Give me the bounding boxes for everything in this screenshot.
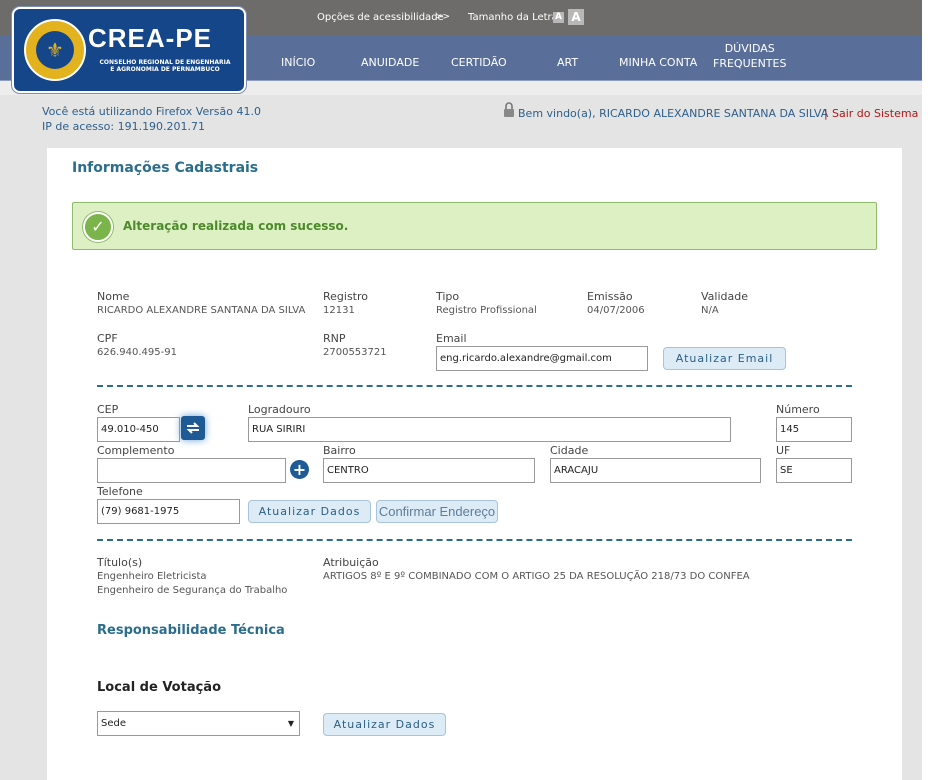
bairro-field[interactable]: CENTRO bbox=[323, 458, 535, 483]
telefone-field[interactable]: (79) 9681-1975 bbox=[97, 499, 240, 524]
nav-duvidas-frequentes[interactable]: DÚVIDAS FREQUENTES bbox=[713, 41, 786, 71]
votacao-title: Local de Votação bbox=[97, 680, 222, 695]
logradouro-field[interactable]: RUA SIRIRI bbox=[248, 417, 731, 442]
lock-icon bbox=[504, 102, 514, 117]
nav-anuidade[interactable]: ANUIDADE bbox=[361, 56, 419, 69]
font-size-label: Tamanho da Letra bbox=[468, 12, 558, 23]
uf-field[interactable]: SE bbox=[776, 458, 852, 483]
checkmark-icon: ✓ bbox=[83, 212, 113, 242]
logradouro-label: Logradouro bbox=[248, 403, 311, 416]
cep-field[interactable]: 49.010-450 bbox=[97, 417, 180, 442]
confirm-address-button[interactable]: Confirmar Endereço bbox=[376, 500, 498, 523]
ip-info: IP de acesso: 191.190.201.71 bbox=[42, 120, 206, 133]
tipo-value: Registro Profissional bbox=[436, 305, 537, 316]
accessibility-arrows-icon[interactable]: >> bbox=[435, 12, 450, 22]
titulo-2: Engenheiro de Segurança do Trabalho bbox=[97, 585, 288, 596]
validade-value: N/A bbox=[701, 305, 719, 316]
emissao-value: 04/07/2006 bbox=[587, 305, 645, 316]
validade-label: Validade bbox=[701, 290, 748, 303]
chevron-down-icon: ▼ bbox=[287, 719, 294, 728]
divider-1 bbox=[97, 385, 852, 387]
atribuicao-value: ARTIGOS 8º E 9º COMBINADO COM O ARTIGO 2… bbox=[323, 571, 750, 582]
success-message: Alteração realizada com sucesso. bbox=[123, 219, 349, 233]
name-label: Nome bbox=[97, 290, 130, 303]
logo-title: CREA-PE bbox=[88, 23, 213, 53]
numero-field[interactable]: 145 bbox=[776, 417, 852, 442]
logo-subtitle-line1: CONSELHO REGIONAL DE ENGENHARIA bbox=[99, 59, 231, 66]
welcome-text: Bem vindo(a), RICARDO ALEXANDRE SANTANA … bbox=[518, 107, 829, 120]
divider-2 bbox=[97, 539, 852, 541]
nav-certidao[interactable]: CERTIDÃO bbox=[451, 56, 507, 69]
success-alert: ✓ Alteração realizada com sucesso. bbox=[72, 202, 877, 250]
rnp-value: 2700553721 bbox=[323, 347, 387, 358]
font-increase-button[interactable]: A bbox=[568, 9, 584, 25]
page-title: Informações Cadastrais bbox=[72, 160, 259, 176]
update-data-button[interactable]: Atualizar Dados bbox=[248, 500, 371, 523]
bairro-label: Bairro bbox=[323, 444, 356, 457]
name-value: RICARDO ALEXANDRE SANTANA DA SILVA bbox=[97, 305, 306, 316]
cidade-field[interactable]: ARACAJU bbox=[550, 458, 761, 483]
cpf-label: CPF bbox=[97, 332, 118, 345]
crea-seal-icon: ⚜ bbox=[24, 19, 86, 81]
email-label: Email bbox=[436, 332, 467, 345]
registro-value: 12131 bbox=[323, 305, 355, 316]
browser-info: Você está utilizando Firefox Versão 41.0 bbox=[42, 105, 261, 118]
separator: | bbox=[824, 107, 828, 120]
update-votacao-button[interactable]: Atualizar Dados bbox=[323, 713, 446, 736]
email-field[interactable]: eng.ricardo.alexandre@gmail.com bbox=[436, 346, 648, 371]
accessibility-options-link[interactable]: Opções de acessibilidade bbox=[317, 12, 444, 23]
titulos-label: Título(s) bbox=[97, 556, 143, 569]
cidade-label: Cidade bbox=[550, 444, 589, 457]
logo-subtitle: CONSELHO REGIONAL DE ENGENHARIA E AGRONO… bbox=[90, 59, 240, 73]
font-decrease-button[interactable]: A bbox=[553, 12, 564, 23]
registro-label: Registro bbox=[323, 290, 369, 303]
responsabilidade-title: Responsabilidade Técnica bbox=[97, 623, 285, 638]
rnp-label: RNP bbox=[323, 332, 346, 345]
nav-faq-line2: FREQUENTES bbox=[713, 57, 787, 70]
tipo-label: Tipo bbox=[436, 290, 460, 303]
cep-label: CEP bbox=[97, 403, 119, 416]
numero-label: Número bbox=[776, 403, 820, 416]
page-right-margin bbox=[922, 0, 940, 780]
logo-subtitle-line2: E AGRONOMIA DE PERNAMBUCO bbox=[110, 66, 220, 73]
complemento-field[interactable] bbox=[97, 458, 286, 483]
nav-inicio[interactable]: INÍCIO bbox=[281, 56, 315, 69]
atribuicao-label: Atribuição bbox=[323, 556, 379, 569]
nav-faq-line1: DÚVIDAS bbox=[724, 42, 775, 55]
votacao-selected-value: Sede bbox=[101, 718, 126, 729]
uf-label: UF bbox=[776, 444, 791, 457]
nav-minha-conta[interactable]: MINHA CONTA bbox=[619, 56, 697, 69]
crea-pe-logo[interactable]: ⚜ CREA-PE CONSELHO REGIONAL DE ENGENHARI… bbox=[12, 7, 246, 93]
nav-art[interactable]: ART bbox=[557, 56, 578, 69]
telefone-label: Telefone bbox=[97, 485, 143, 498]
add-icon[interactable]: + bbox=[290, 460, 309, 479]
logout-link[interactable]: Sair do Sistema bbox=[832, 107, 918, 120]
complemento-label: Complemento bbox=[97, 444, 175, 457]
update-email-button[interactable]: Atualizar Email bbox=[663, 347, 786, 370]
titulo-1: Engenheiro Eletricista bbox=[97, 571, 207, 582]
votacao-select[interactable]: Sede ▼ bbox=[97, 711, 300, 736]
cpf-value: 626.940.495-91 bbox=[97, 347, 177, 358]
cep-search-icon[interactable] bbox=[181, 416, 205, 440]
emissao-label: Emissão bbox=[587, 290, 633, 303]
